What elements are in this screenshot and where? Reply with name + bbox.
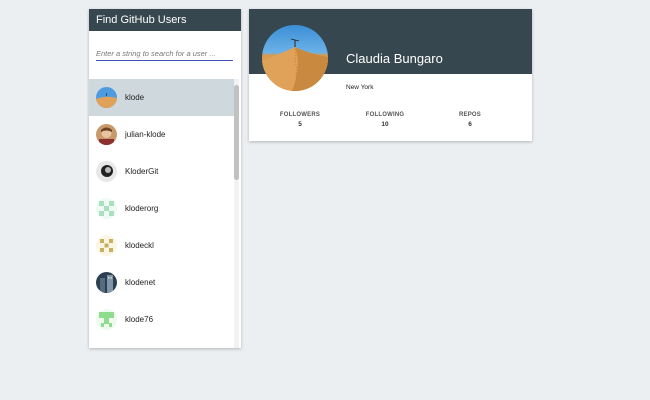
user-list[interactable]: klode julian-klode KloderGit kloderorg klode… [89,79,234,348]
identicon-green2-icon [96,309,117,330]
profile-header: Claudia Bungaro [249,9,532,91]
desert-photo-icon [96,87,117,108]
profile-location: New York [346,84,374,91]
user-search-panel: Find GitHub Users klode julian-klode Klode… [89,9,241,348]
search-input[interactable] [96,49,233,61]
user-login-label: julian-klode [125,130,166,139]
desert-photo-icon [262,38,328,91]
identicon-green-icon [96,198,117,219]
user-list-item[interactable]: julian-klode [89,116,234,153]
user-login-label: KloderGit [125,167,159,176]
profile-card: Claudia Bungaro New York FOLLOWERS 5 FOLLO… [249,9,532,141]
stat-value: 10 [381,121,389,128]
bw-photo-icon [96,161,117,182]
user-list-item[interactable]: kloderorg [89,190,234,227]
user-login-label: klode [125,93,145,102]
user-list-item[interactable]: klodeckl [89,227,234,264]
user-list-item[interactable]: klode76 [89,301,234,338]
user-list-item[interactable]: KloderGit [89,153,234,190]
stat-value: 5 [298,121,302,128]
stat-followers: FOLLOWERS 5 [265,112,335,128]
user-list-item[interactable]: klodenet [89,264,234,301]
search-field-wrap [89,31,241,67]
building-photo-icon [96,272,117,293]
stat-label: FOLLOWERS [279,112,321,118]
user-login-label: klode76 [125,315,154,324]
user-login-label: klodenet [125,278,156,287]
stat-following: FOLLOWING 10 [350,112,420,128]
person-photo-icon [96,124,117,145]
identicon-olive-icon [96,235,117,256]
user-list-item[interactable]: klode [89,79,234,116]
stat-repos: REPOS 6 [435,112,505,128]
stat-value: 6 [468,121,472,128]
stat-label: REPOS [458,112,481,118]
profile-avatar [262,25,328,91]
panel-title: Find GitHub Users [89,9,241,31]
user-login-label: klodeckl [125,241,154,250]
profile-name: Claudia Bungaro [346,51,443,66]
list-scrollbar[interactable] [234,79,239,348]
stat-label: FOLLOWING [365,112,405,118]
user-login-label: kloderorg [125,204,159,213]
scrollbar-thumb[interactable] [234,85,239,180]
